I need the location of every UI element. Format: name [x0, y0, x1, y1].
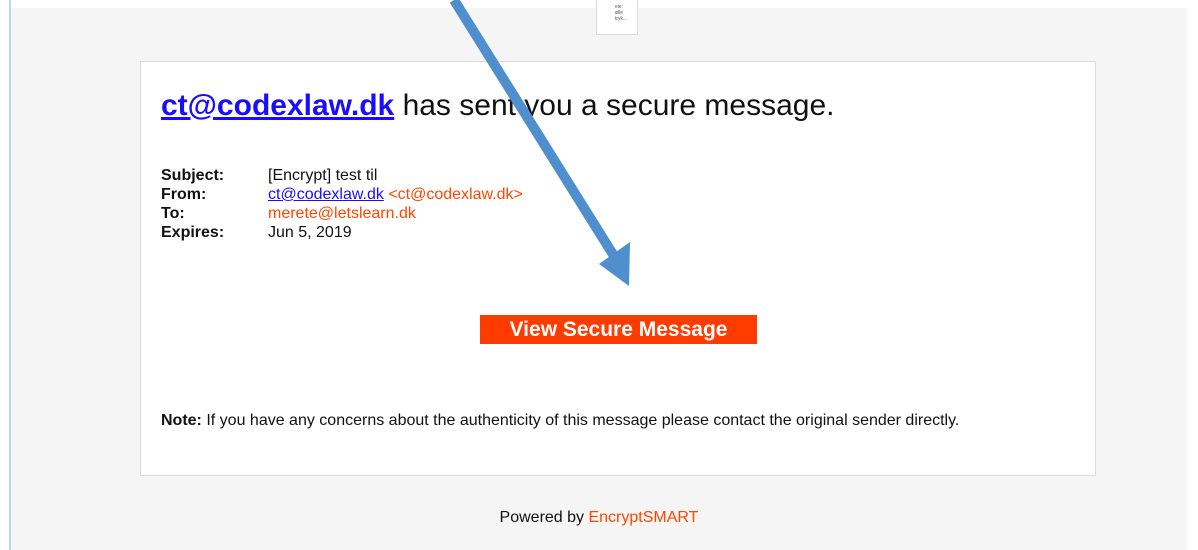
annotation-arrow-icon	[449, 0, 630, 286]
